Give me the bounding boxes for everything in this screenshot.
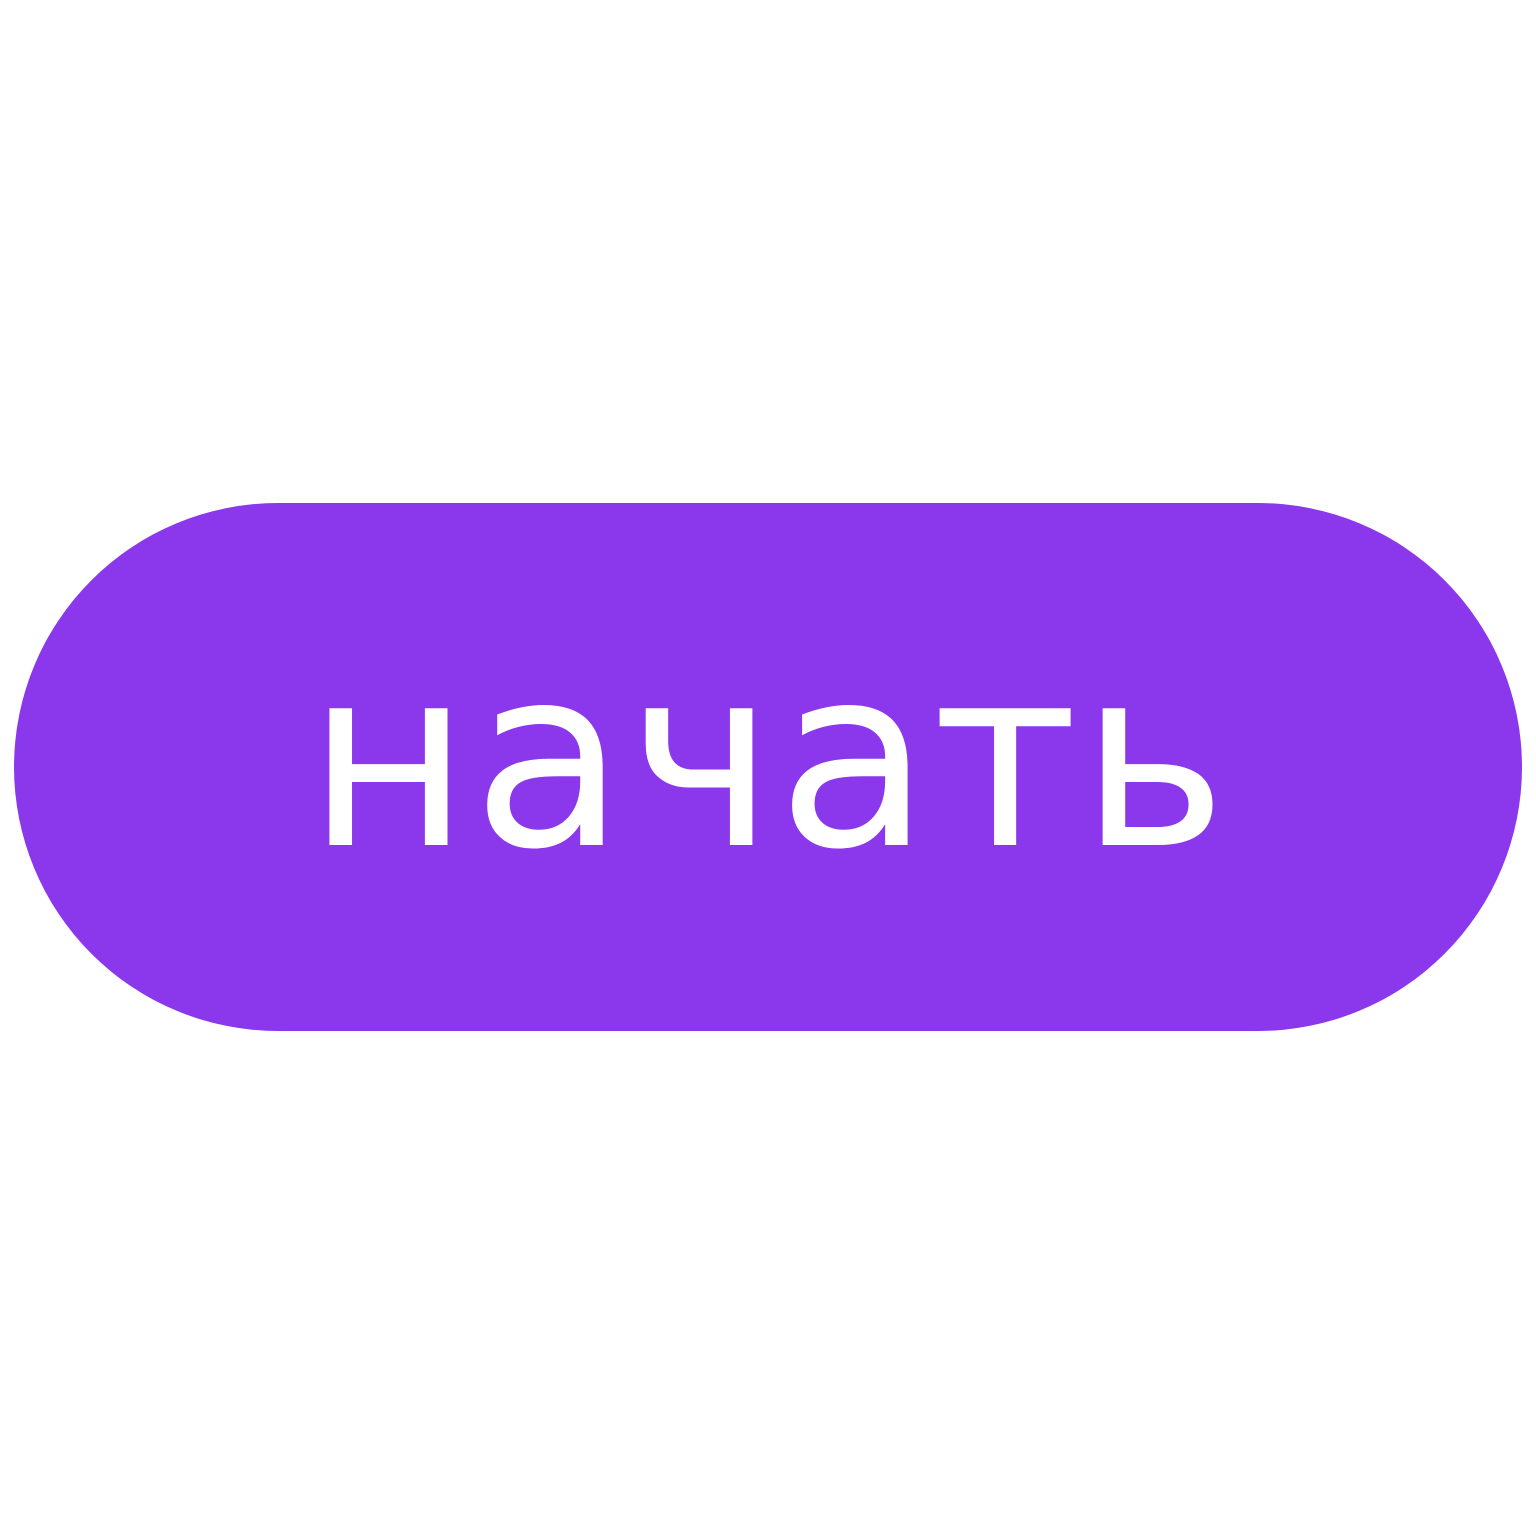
start-button[interactable]: начать (14, 503, 1522, 1031)
page-canvas: начать (0, 0, 1536, 1536)
start-button-label: начать (306, 613, 1230, 904)
